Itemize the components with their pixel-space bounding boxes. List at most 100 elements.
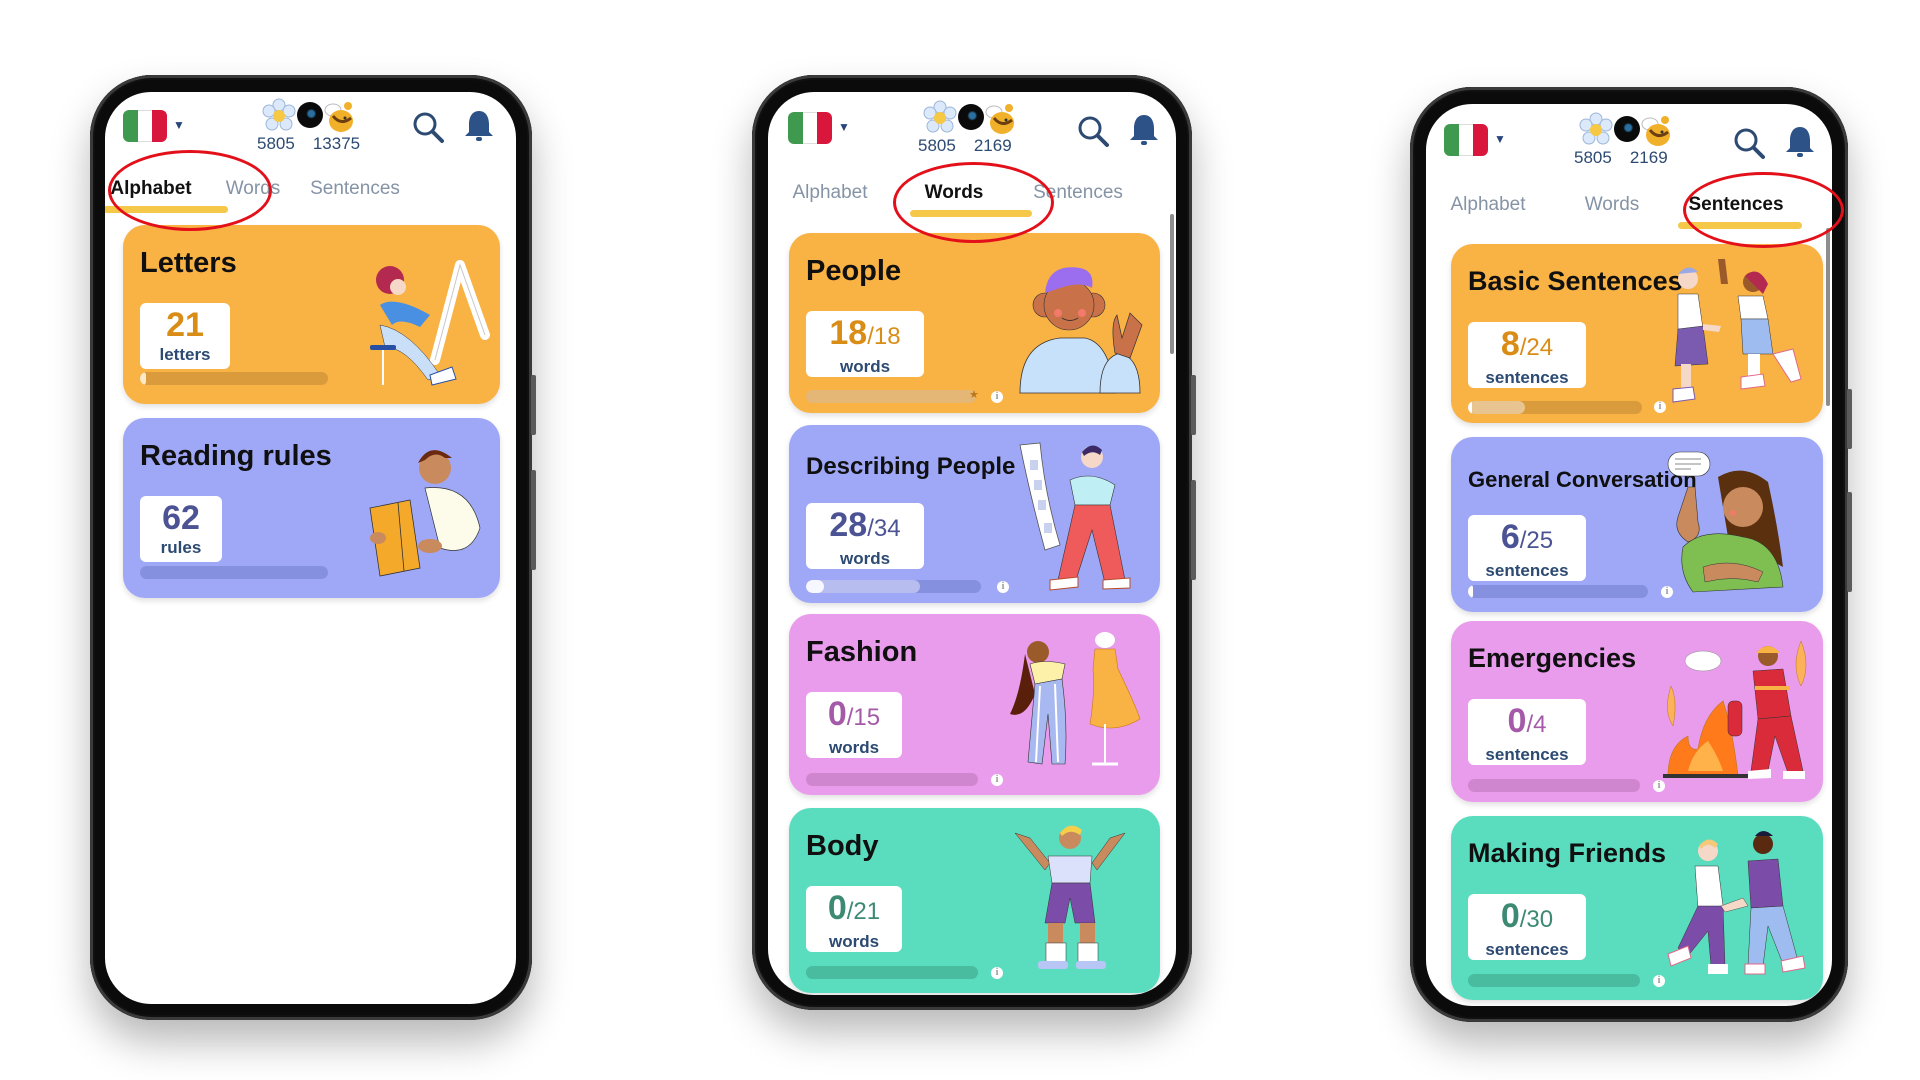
app-header: ▼ 5805 2169 (1426, 104, 1832, 174)
tab-bar: Alphabet Words Sentences (105, 178, 516, 224)
scrollbar[interactable] (1170, 214, 1174, 354)
italy-flag-icon[interactable] (123, 110, 167, 142)
count-box: 62 rules (140, 496, 222, 562)
card-title: Reading rules (140, 440, 332, 472)
count-value: 6/25 (1500, 518, 1554, 556)
tab-alphabet[interactable]: Alphabet (1428, 194, 1548, 216)
language-dropdown-caret-icon[interactable]: ▼ (173, 118, 185, 132)
scrollbar[interactable] (1826, 228, 1830, 406)
stats: 5805 2169 (1570, 112, 1700, 172)
bell-icon[interactable] (461, 108, 497, 144)
progress-start (1468, 585, 1473, 598)
language-dropdown-caret-icon[interactable]: ▼ (1494, 132, 1506, 146)
count-value: 8/24 (1500, 325, 1554, 363)
bee-icon (1641, 116, 1670, 146)
screen: ▼ 5805 2169 Alphabet Words Sentences Basi… (1426, 104, 1832, 1006)
flower-icon (923, 100, 957, 133)
screen: ▼ 5805 13375 Alphabet Words Sentences Let… (105, 92, 516, 1004)
two-people-handshake-illustration (1667, 831, 1806, 975)
count-unit: sentences (1485, 940, 1569, 959)
tab-alphabet[interactable]: Alphabet (770, 182, 890, 204)
italy-flag-icon[interactable] (1444, 124, 1488, 156)
phone-words: ▼ 5805 2169 Alphabet Words Sentences Peop… (752, 75, 1196, 1010)
tab-words[interactable]: Words (1552, 194, 1672, 216)
count-value: 28/34 (829, 506, 901, 544)
flower-icon (1579, 112, 1613, 145)
flowers-count: 5805 (257, 134, 295, 153)
flowers-count: 5805 (918, 136, 956, 155)
search-icon[interactable] (1076, 114, 1112, 150)
stats: 5805 13375 (253, 98, 383, 158)
progress-bar (1468, 401, 1642, 414)
card-title: Letters (140, 247, 237, 279)
tab-bar: Alphabet Words Sentences (1426, 194, 1832, 240)
italy-flag-icon[interactable] (788, 112, 832, 144)
power-button (1191, 480, 1196, 580)
tab-sentences[interactable]: Sentences (1676, 194, 1796, 216)
card-making-friends[interactable]: Making Friends 0/30 sentences i (1451, 816, 1823, 1000)
card-title: Emergencies (1468, 643, 1637, 673)
man-reading-book-illustration (369, 450, 481, 577)
count-value: 0/4 (1507, 702, 1547, 740)
card-emergencies[interactable]: Emergencies 0/4 sentences i (1451, 621, 1823, 802)
card-general-conversation[interactable]: General Conversation 6/25 sentences i (1451, 437, 1823, 612)
card-letters[interactable]: Letters 21 letters (123, 225, 500, 404)
progress-bar (806, 390, 976, 403)
star-icon: ★ (969, 389, 979, 401)
count-unit: words (839, 549, 891, 568)
card-describing-people[interactable]: Describing People 28/34 words i (789, 425, 1160, 603)
screen: ▼ 5805 2169 Alphabet Words Sentences Peop… (768, 92, 1176, 995)
card-people[interactable]: People 18/18 words ★ i (789, 233, 1160, 413)
woman-drawing-letter-illustration (370, 260, 490, 386)
volume-button (1847, 389, 1852, 449)
volume-button (1191, 375, 1196, 435)
card-title: People (806, 255, 902, 287)
progress-start (1468, 401, 1472, 414)
card-fashion[interactable]: Fashion 0/15 words i (789, 614, 1160, 795)
progress-bar (140, 372, 328, 385)
camera-hole (958, 104, 984, 130)
count-unit: sentences (1485, 561, 1569, 580)
card-reading-rules[interactable]: Reading rules 62 rules (123, 418, 500, 598)
search-icon[interactable] (411, 110, 447, 146)
progress-fill (806, 390, 976, 403)
woman-and-dress-illustration (1010, 632, 1141, 766)
camera-hole (1614, 116, 1640, 142)
count-value: 18/18 (829, 314, 901, 352)
card-title: Basic Sentences (1468, 266, 1683, 296)
count-box: 8/24 sentences (1468, 322, 1586, 388)
firefighter-illustration (1663, 640, 1807, 779)
count-box: 0/30 sentences (1468, 894, 1586, 960)
tab-sentences[interactable]: Sentences (1018, 182, 1138, 204)
active-tab-indicator (910, 210, 1032, 217)
bees-count: 13375 (312, 134, 361, 153)
phone-sentences: ▼ 5805 2169 Alphabet Words Sentences Basi… (1410, 87, 1852, 1022)
count-value: 0/30 (1500, 897, 1554, 935)
language-dropdown-caret-icon[interactable]: ▼ (838, 120, 850, 134)
search-icon[interactable] (1732, 126, 1768, 162)
progress-fill (1468, 401, 1526, 414)
tab-sentences[interactable]: Sentences (295, 178, 415, 200)
card-title: Fashion (806, 636, 918, 668)
count-unit: letters (159, 345, 211, 364)
progress-bar (1468, 974, 1640, 987)
card-basic-sentences[interactable]: Basic Sentences 8/24 sentences i (1451, 244, 1823, 423)
card-title: Making Friends (1468, 838, 1667, 868)
bee-icon (985, 104, 1014, 134)
count-value: 21 (166, 306, 204, 344)
bell-icon[interactable] (1782, 124, 1818, 160)
tab-bar: Alphabet Words Sentences (768, 182, 1176, 228)
bell-icon[interactable] (1126, 112, 1162, 148)
count-value: 0/21 (827, 889, 881, 927)
tab-words[interactable]: Words (894, 182, 1014, 204)
person-with-scroll-illustration (1019, 442, 1131, 591)
count-unit: rules (160, 538, 202, 557)
progress-fill (140, 372, 146, 385)
person-arms-raised-illustration (1014, 825, 1126, 969)
bees-count: 2169 (973, 136, 1012, 155)
stats: 5805 2169 (914, 100, 1044, 160)
card-body[interactable]: Body 0/21 words i (789, 808, 1160, 993)
progress-bar (806, 966, 978, 979)
active-tab-indicator (105, 206, 228, 213)
flowers-count: 5805 (1574, 148, 1612, 167)
